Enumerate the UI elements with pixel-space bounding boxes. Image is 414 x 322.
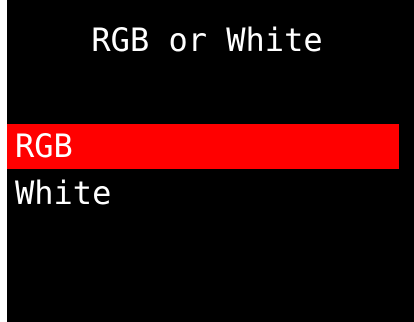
option-menu: RGB White xyxy=(7,124,399,218)
menu-item-rgb[interactable]: RGB xyxy=(7,124,399,169)
screen-title: RGB or White xyxy=(91,21,323,59)
menu-item-white[interactable]: White xyxy=(7,171,399,216)
display-screen: RGB or White RGB White xyxy=(7,0,414,322)
